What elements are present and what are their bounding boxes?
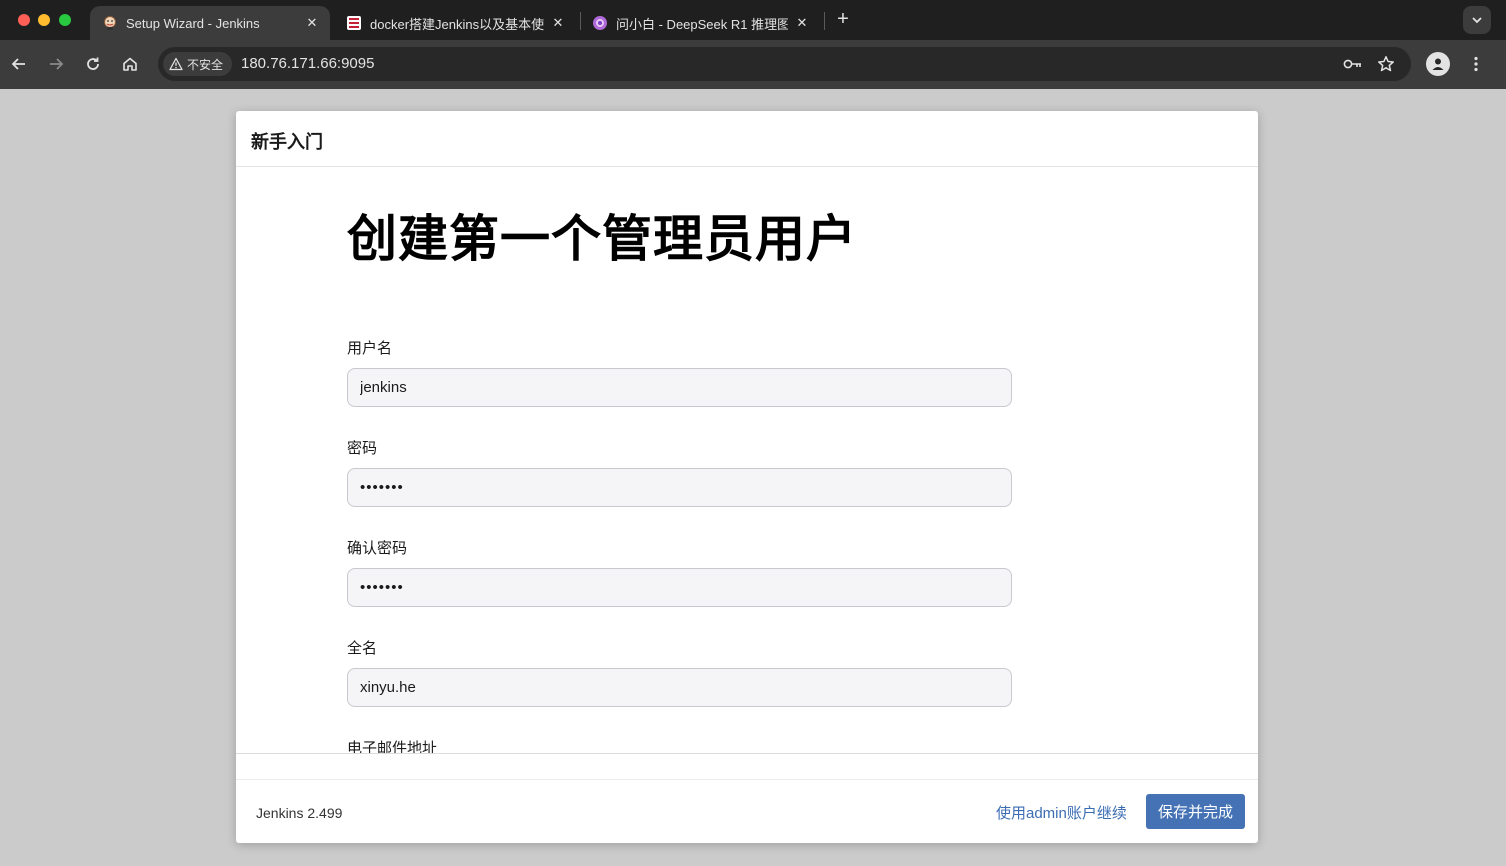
url-text[interactable]: 180.76.171.66:9095	[241, 55, 374, 72]
tab-search-button[interactable]	[1463, 6, 1491, 34]
window-zoom-button[interactable]	[59, 14, 71, 26]
password-label: 密码	[347, 440, 378, 457]
tab-close-icon[interactable]: ✕	[304, 15, 320, 31]
page-heading: 创建第一个管理员用户	[347, 211, 857, 267]
tab-docker-jenkins[interactable]: docker搭建Jenkins以及基本使 ✕	[334, 6, 576, 40]
csdn-favicon-icon	[346, 15, 362, 31]
password-key-icon[interactable]	[1343, 54, 1363, 74]
email-label: 电子邮件地址	[347, 740, 438, 753]
tab-separator	[824, 12, 825, 30]
security-label: 不安全	[187, 57, 224, 72]
full-name-label: 全名	[347, 640, 378, 657]
tab-setup-wizard[interactable]: Setup Wizard - Jenkins ✕	[90, 6, 330, 40]
jenkins-version: Jenkins 2.499	[256, 805, 343, 821]
tab-close-icon[interactable]: ✕	[794, 15, 810, 31]
browser-toolbar: 不安全 180.76.171.66:9095	[0, 40, 1506, 89]
tab-close-icon[interactable]: ✕	[550, 15, 566, 31]
forward-arrow-icon[interactable]	[44, 52, 68, 76]
password-input[interactable]: •••••••	[347, 468, 1012, 507]
dialog-header: 新手入门	[236, 111, 1258, 167]
setup-wizard-dialog: 新手入门 创建第一个管理员用户 用户名 密码 ••••••• 确认密码 ••••…	[236, 111, 1258, 843]
tab-title: docker搭建Jenkins以及基本使	[370, 16, 544, 32]
dialog-title: 新手入门	[251, 132, 323, 152]
dialog-footer: Jenkins 2.499 使用admin账户继续 保存并完成	[236, 753, 1258, 843]
warning-triangle-icon	[169, 57, 183, 71]
browser-tab-strip: Setup Wizard - Jenkins ✕ docker搭建Jenkins…	[0, 0, 1506, 40]
footer-divider	[236, 779, 1258, 780]
tab-title: Setup Wizard - Jenkins	[126, 15, 260, 31]
continue-as-admin-link[interactable]: 使用admin账户继续	[996, 802, 1127, 823]
back-arrow-icon[interactable]	[7, 52, 31, 76]
confirm-password-input[interactable]: •••••••	[347, 568, 1012, 607]
username-label: 用户名	[347, 340, 393, 357]
address-bar[interactable]: 不安全 180.76.171.66:9095	[158, 47, 1411, 81]
more-menu-icon[interactable]	[1466, 52, 1486, 76]
reload-icon[interactable]	[81, 52, 105, 76]
new-tab-plus-icon[interactable]: +	[834, 8, 852, 32]
jenkins-favicon-icon	[102, 15, 118, 31]
chevron-down-icon	[1472, 17, 1482, 24]
tab-title: 问小白 - DeepSeek R1 推理图	[616, 16, 788, 32]
profile-avatar-icon[interactable]	[1426, 52, 1450, 76]
confirm-password-label: 确认密码	[347, 540, 408, 557]
window-minimize-button[interactable]	[38, 14, 50, 26]
wenxiaobai-favicon-icon	[592, 15, 608, 31]
username-input[interactable]	[347, 368, 1012, 407]
dialog-body[interactable]: 创建第一个管理员用户 用户名 密码 ••••••• 确认密码 ••••••• 全…	[236, 167, 1258, 753]
window-close-button[interactable]	[18, 14, 30, 26]
tab-wenxiaobai[interactable]: 问小白 - DeepSeek R1 推理图 ✕	[580, 6, 820, 40]
save-and-finish-button[interactable]: 保存并完成	[1146, 794, 1245, 829]
full-name-input[interactable]	[347, 668, 1012, 707]
security-chip[interactable]: 不安全	[163, 52, 233, 76]
bookmark-star-icon[interactable]	[1376, 54, 1396, 74]
home-icon[interactable]	[118, 52, 142, 76]
